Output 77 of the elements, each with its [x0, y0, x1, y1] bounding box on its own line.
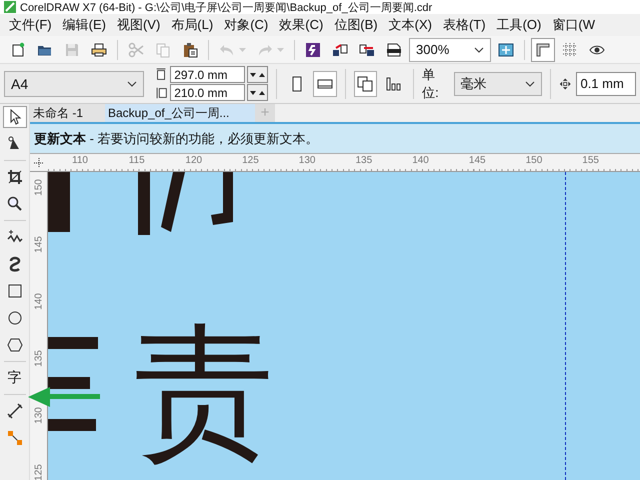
connector-tool-icon	[6, 430, 22, 446]
ruler-label: 145	[468, 155, 486, 166]
ruler-label: 135	[34, 350, 44, 368]
menu-item[interactable]: 布局(L)	[166, 14, 220, 36]
copy-icon	[155, 42, 171, 58]
page-height-icon	[155, 86, 168, 100]
pdf-document-icon	[386, 42, 402, 58]
menu-item[interactable]: 表格(T)	[438, 14, 492, 36]
printer-icon	[91, 42, 107, 58]
ruler-label: 125	[242, 155, 259, 166]
ruler-label: 135	[356, 155, 372, 166]
page-height-field[interactable]: 210.0 mm	[170, 84, 246, 101]
save-icon	[64, 42, 80, 58]
rulers-button[interactable]	[531, 38, 555, 62]
text-tool-button[interactable]: 字	[2, 367, 26, 389]
menu-item[interactable]: 文件(F)	[4, 14, 58, 36]
zoom-icon	[6, 196, 22, 212]
grid-icon	[562, 42, 578, 58]
crop-tool-icon	[6, 169, 22, 185]
ruler-origin-icon	[34, 158, 44, 168]
ruler-label: 140	[412, 155, 429, 166]
ruler-label: 120	[185, 155, 202, 166]
launcher-icon	[305, 42, 321, 58]
caret-icon	[525, 80, 536, 86]
document-tab[interactable]: 未命名 -1	[30, 104, 105, 122]
ruler-label: 155	[582, 155, 599, 166]
ruler-label: 110	[72, 155, 88, 166]
ruler-label: 115	[128, 155, 145, 166]
update-text-message: 更新文本 - 若要访问较新的功能，必须更新文本。	[34, 130, 319, 148]
document-tab[interactable]: Backup_of_公司一周...	[105, 104, 255, 122]
ruler-label: 125	[34, 464, 44, 480]
rectangle-tool-icon	[6, 283, 22, 299]
menu-item[interactable]: 文本(X)	[384, 14, 438, 36]
all-pages-button[interactable]	[354, 70, 377, 96]
caret-icon	[127, 80, 138, 86]
stacked-pages-icon	[357, 76, 374, 92]
ruler-label: 150	[34, 178, 44, 196]
scissors-icon	[128, 42, 144, 58]
page-width-icon	[155, 68, 168, 82]
menu-item[interactable]: 编辑(E)	[58, 14, 112, 36]
export-icon	[359, 42, 375, 58]
bar-pages-icon	[386, 76, 402, 92]
pick-tool-button[interactable]	[2, 106, 26, 128]
page-width-field[interactable]: 297.0 mm	[170, 66, 246, 83]
full-screen-preview-icon	[498, 42, 514, 58]
caret-icon	[474, 46, 484, 52]
menu-item[interactable]: 视图(V)	[112, 14, 166, 36]
caret-icon	[239, 48, 246, 52]
clipboard-icon	[182, 42, 198, 58]
freehand-tool-icon	[6, 229, 22, 245]
ruler-label: 130	[34, 406, 44, 424]
landscape-button[interactable]	[313, 70, 337, 96]
ellipse-tool-icon	[6, 310, 22, 326]
ruler-label: 145	[34, 236, 44, 254]
dimension-tool-icon	[6, 403, 22, 419]
window-title: CorelDRAW X7 (64-Bit) - G:\公司\电子屏\公司一周要闻\Backup_of_公司一周要闻.cdr	[20, 0, 432, 14]
menu-item[interactable]: 对象(C)	[219, 14, 274, 36]
nudge-distance-field[interactable]: 0.1 mm	[576, 72, 636, 96]
ruler-label: 140	[34, 292, 44, 310]
units-dropdown[interactable]: 毫米	[454, 72, 542, 96]
move-arrows-icon	[559, 76, 572, 90]
new-document-icon	[10, 42, 26, 58]
ruler-label: 150	[526, 155, 542, 166]
polygon-tool-icon	[6, 337, 22, 353]
menu-item[interactable]: 窗口(W	[547, 14, 601, 36]
menu-item[interactable]: 位图(B)	[329, 14, 384, 36]
zoom-level-dropdown[interactable]: 300%	[409, 38, 491, 62]
page-size-dropdown[interactable]: A4	[4, 70, 144, 96]
units-label: 单位:	[422, 66, 440, 102]
menu-item[interactable]: 工具(O)	[492, 14, 548, 36]
rulers-icon	[535, 42, 551, 58]
ruler-label: 130	[298, 155, 316, 166]
spinner-control[interactable]	[247, 66, 268, 83]
menu-item[interactable]: 效果(C)	[274, 14, 330, 36]
caret-icon	[277, 48, 284, 52]
import-icon	[332, 42, 348, 58]
spinner-control[interactable]	[247, 84, 268, 101]
